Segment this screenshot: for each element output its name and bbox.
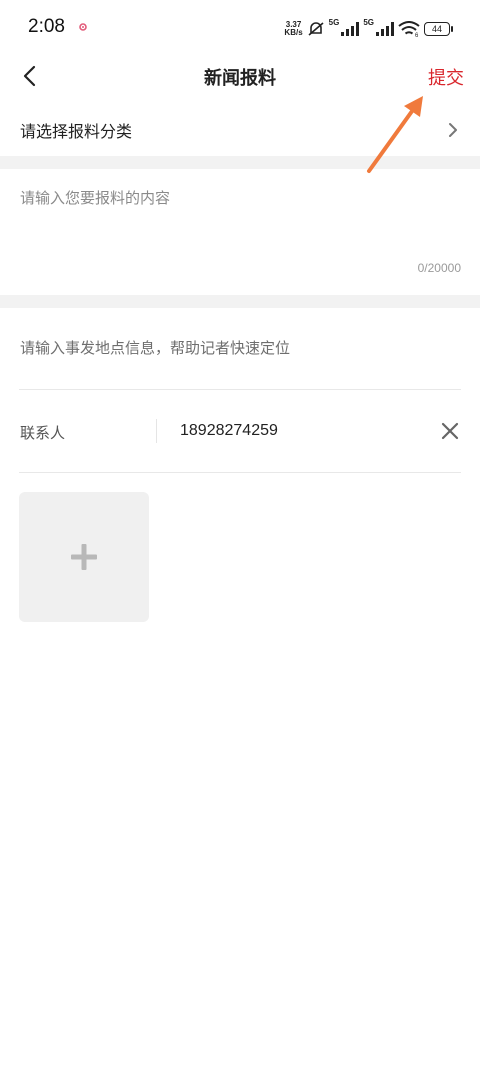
char-counter: 0/20000 [417,261,461,275]
category-placeholder: 请选择报料分类 [20,122,133,141]
location-input[interactable] [20,330,460,366]
content-section: 0/20000 [0,169,480,295]
status-bar: 2:08 3.37 KB/s 5G 5G 6 44 [0,0,480,56]
submit-button[interactable]: 提交 [428,64,464,90]
category-selector[interactable]: 请选择报料分类 [0,104,480,156]
signal-5g-label-2: 5G [363,18,374,27]
signal-5g-label-1: 5G [328,18,340,27]
chevron-right-icon [449,123,457,137]
field-divider [19,389,461,390]
signal-icon [341,22,360,36]
field-divider-2 [19,472,461,473]
nav-bar: 新闻报料 提交 [0,56,480,96]
mute-icon [308,22,324,36]
section-divider-2 [0,295,480,308]
page-title: 新闻报料 [204,68,276,89]
status-time: 2:08 [28,16,65,37]
net-speed: 3.37 KB/s [284,20,303,37]
add-image-button[interactable] [19,492,149,622]
contact-label: 联系人 [20,424,66,442]
notification-icon [79,23,87,31]
battery-indicator: 44 [424,22,453,36]
plus-icon [71,544,97,570]
contact-input[interactable] [180,416,420,446]
wifi-icon: 6 [398,21,420,37]
status-indicators: 3.37 KB/s 5G 5G 6 44 [284,18,453,40]
content-textarea[interactable] [20,187,460,257]
close-icon [441,422,459,440]
clear-contact-button[interactable] [439,420,461,442]
contact-separator [156,419,157,443]
signal-icon-2 [376,22,394,36]
svg-text:6: 6 [415,33,419,37]
section-divider [0,156,480,169]
